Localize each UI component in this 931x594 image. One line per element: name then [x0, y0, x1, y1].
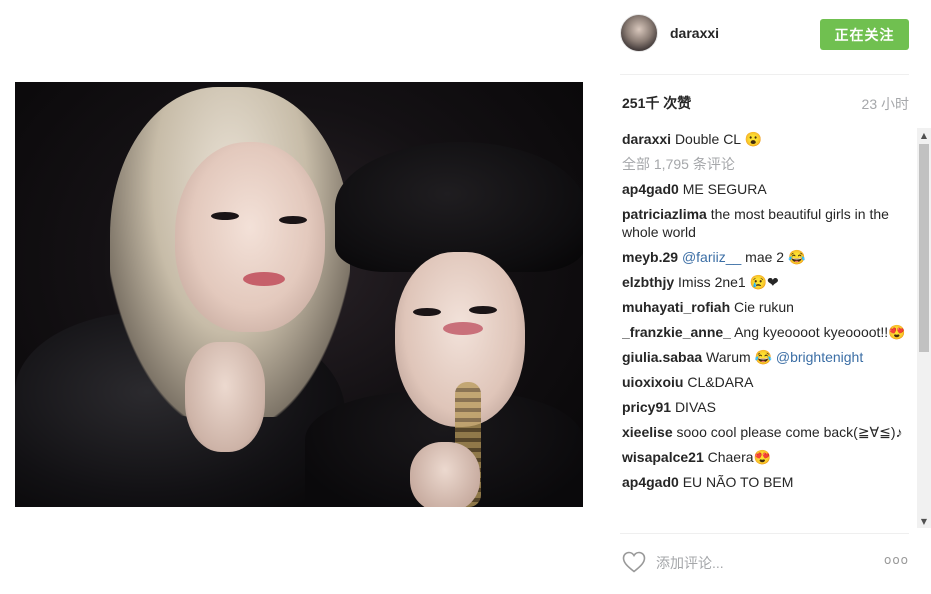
avatar[interactable] — [620, 14, 658, 52]
comment-username-link[interactable]: ap4gad0 — [622, 181, 679, 197]
photo-eye — [279, 216, 307, 224]
comment-text: Warum 😂 — [706, 349, 772, 365]
comment-text: Ang kyeoooot kyeoooot!!😍 — [734, 324, 906, 340]
comment-username-link[interactable]: _franzkie_anne_ — [622, 324, 731, 340]
divider — [620, 74, 909, 75]
view-all-comments-link[interactable]: 全部 1,795 条评论 — [622, 155, 912, 173]
more-options-icon[interactable]: ooo — [884, 553, 909, 567]
comment-text: EU NÃO TO BEM — [682, 474, 794, 490]
comments-list: daraxxi Double CL 😮 全部 1,795 条评论 ap4gad0 M… — [622, 130, 912, 528]
heart-icon[interactable] — [622, 551, 646, 573]
comment-item: ap4gad0 EU NÃO TO BEM — [622, 473, 912, 491]
comment-text: Imiss 2ne1 😢❤ — [678, 274, 779, 290]
comment-item: wisapalce21 Chaera😍 — [622, 448, 912, 466]
photo-eye — [413, 308, 441, 316]
comment-username-link[interactable]: wisapalce21 — [622, 449, 704, 465]
divider — [620, 533, 909, 534]
comment-mention-link[interactable]: @fariiz__ — [682, 249, 741, 265]
comments-scrollbar[interactable]: ▲ ▼ — [917, 128, 931, 528]
likes-count[interactable]: 251千 次赞 — [622, 93, 691, 113]
photo-eye — [211, 212, 239, 220]
comment-item: uioxixoiu CL&DARA — [622, 373, 912, 391]
comment-username-link[interactable]: xieelise — [622, 424, 673, 440]
post-header: daraxxi 正在关注 — [620, 14, 910, 62]
comment-item: patriciazlima the most beautiful girls i… — [622, 205, 912, 241]
username-link[interactable]: daraxxi — [670, 25, 719, 41]
comment-text: sooo cool please come back(≧∀≦)♪ — [676, 424, 903, 440]
comment-text: DIVAS — [674, 399, 716, 415]
comment-text: Double CL 😮 — [674, 131, 762, 147]
comment-item: pricy91 DIVAS — [622, 398, 912, 416]
scroll-thumb[interactable] — [919, 144, 929, 352]
post-time[interactable]: 23 小时 — [862, 94, 909, 114]
comment-item: xieelise sooo cool please come back(≧∀≦)… — [622, 423, 912, 441]
comment-username-link[interactable]: elzbthjy — [622, 274, 674, 290]
comment-username-link[interactable]: muhayati_rofiah — [622, 299, 730, 315]
scroll-up-arrow-icon[interactable]: ▲ — [917, 128, 931, 142]
comment-item: ap4gad0 ME SEGURA — [622, 180, 912, 198]
comment-username-link[interactable]: giulia.sabaa — [622, 349, 702, 365]
comment-username-link[interactable]: ap4gad0 — [622, 474, 679, 490]
comment-username-link[interactable]: meyb.29 — [622, 249, 678, 265]
comment-item: muhayati_rofiah Cie rukun — [622, 298, 912, 316]
comment-username-link[interactable]: pricy91 — [622, 399, 671, 415]
comment-text: Cie rukun — [734, 299, 794, 315]
photo-hand — [185, 342, 265, 452]
following-button[interactable]: 正在关注 — [820, 19, 909, 50]
photo-hand — [410, 442, 480, 507]
comment-text: mae 2 😂 — [745, 249, 806, 265]
photo-lips — [243, 272, 285, 286]
comment-item: daraxxi Double CL 😮 — [622, 130, 912, 148]
comment-username-link[interactable]: uioxixoiu — [622, 374, 683, 390]
photo-eye — [469, 306, 497, 314]
comment-item: elzbthjy Imiss 2ne1 😢❤ — [622, 273, 912, 291]
comment-mention-link[interactable]: @brightenight — [776, 349, 863, 365]
comment-text: ME SEGURA — [682, 181, 767, 197]
comment-item: _franzkie_anne_ Ang kyeoooot kyeoooot!!😍 — [622, 323, 912, 341]
comment-text: Chaera😍 — [707, 449, 771, 465]
comment-item: giulia.sabaa Warum 😂 @brightenight — [622, 348, 912, 366]
post-photo[interactable] — [15, 82, 583, 507]
comment-username-link[interactable]: daraxxi — [622, 131, 671, 147]
photo-person-left-face — [175, 142, 325, 332]
comment-username-link[interactable]: patriciazlima — [622, 206, 707, 222]
comment-text: CL&DARA — [687, 374, 754, 390]
add-comment-input[interactable]: 添加评论... — [656, 553, 724, 573]
photo-lips — [443, 322, 483, 335]
comment-item: meyb.29 @fariiz__ mae 2 😂 — [622, 248, 912, 266]
scroll-down-arrow-icon[interactable]: ▼ — [917, 514, 931, 528]
